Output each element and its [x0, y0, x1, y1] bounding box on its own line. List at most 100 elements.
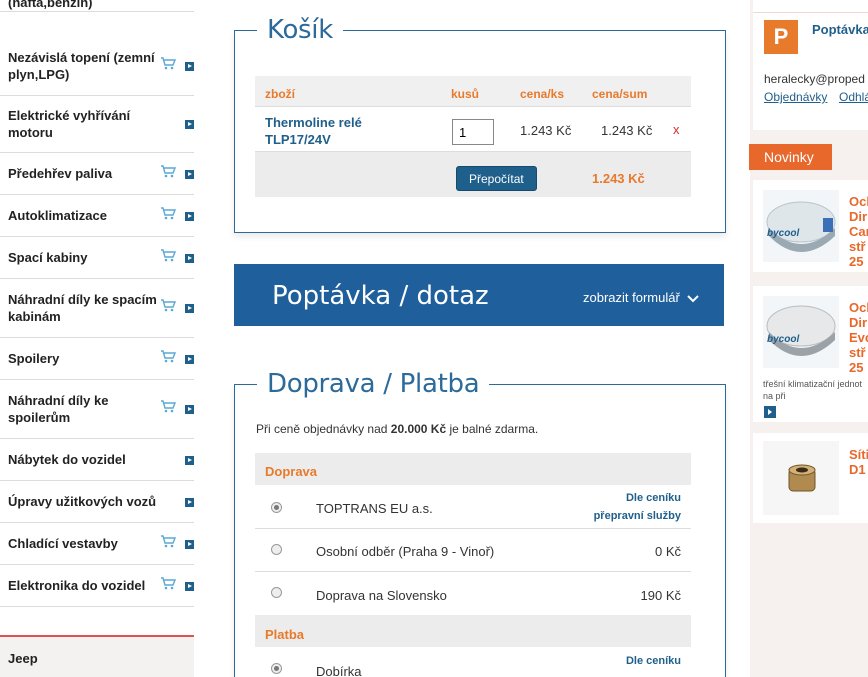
shipping-option[interactable]: Osobní odběr (Praha 9 - Vinoř) 0 Kč — [255, 529, 691, 572]
shipping-option[interactable]: TOPTRANS EU a.s. Dle ceníku přepravní sl… — [255, 485, 691, 529]
product-card[interactable]: bycool Och Dir Can stř 25 — [753, 180, 868, 272]
p-icon-letter: P — [773, 24, 789, 49]
doprava-header: Doprava — [265, 464, 318, 479]
sidebar-category-item[interactable]: Chladící vestavby — [0, 523, 194, 565]
sidebar-category-item[interactable]: Nábytek do vozidel — [0, 439, 194, 481]
shipping-note-amount: 20.000 Kč — [390, 422, 447, 436]
product-title-line: 25 — [849, 360, 864, 375]
product-title-line: Can — [849, 224, 868, 239]
product-title[interactable]: Och Dir Evo stř 25 — [849, 300, 868, 375]
cart-icon[interactable] — [160, 576, 176, 590]
sidebar-category-label: Nábytek do vozidel — [8, 452, 126, 467]
cart-icon[interactable] — [160, 248, 176, 262]
expand-arrow-icon[interactable] — [185, 405, 194, 414]
shipping-price-note-2[interactable]: přepravní služby — [594, 510, 681, 522]
shipping-radio-slovakia[interactable] — [271, 587, 282, 598]
product-title-line: stř — [849, 345, 866, 360]
product-image: bycool — [763, 296, 839, 368]
logout-link[interactable]: Odhlá — [839, 90, 868, 104]
shipping-title: Doprava / Platba — [257, 368, 490, 400]
novinky-tab[interactable]: Novinky — [749, 144, 832, 170]
col-price: cena/ks — [520, 87, 565, 101]
inquiry-title: Poptávka / dotaz — [272, 281, 489, 311]
cart-icon[interactable] — [160, 56, 176, 70]
product-title-line: Dir — [849, 315, 868, 330]
expand-arrow-icon[interactable] — [185, 253, 194, 263]
sidebar-category-label: Autoklimatizace — [8, 208, 107, 223]
sidebar-category-label: Nezávislá topení (nafta,benzín) — [8, 0, 93, 10]
cart-icon[interactable] — [160, 298, 176, 312]
expand-arrow-icon[interactable] — [185, 211, 194, 221]
shipping-price-note-1[interactable]: Dle ceníku — [626, 492, 681, 504]
shipping-price: 190 Kč — [640, 588, 681, 603]
payment-option[interactable]: Dobírka Dle ceníku — [255, 647, 691, 677]
show-form-toggle[interactable]: zobrazit formulář — [583, 290, 700, 305]
brass-fitting-image — [788, 464, 816, 492]
col-sum: cena/sum — [592, 87, 648, 101]
sidebar-category-item[interactable]: Elektrické vyhřívání motoru — [0, 95, 194, 153]
aircon-unit-image — [766, 305, 836, 356]
shipping-radio-toptrans[interactable] — [271, 502, 282, 513]
product-title-line: Och — [849, 194, 868, 209]
sidebar-category-item[interactable]: Nezávislá topení (nafta,benzín) — [0, 0, 194, 12]
product-desc: třešní klimatizační jednot na při — [763, 379, 863, 401]
expand-arrow-icon[interactable] — [185, 354, 194, 364]
sidebar-category-item[interactable]: Náhradní díly ke spacím kabinám — [0, 279, 194, 338]
sidebar-category-item[interactable]: Spoilery — [0, 338, 194, 380]
product-card[interactable]: bycool Och Dir Evo stř 25 třešní klimati… — [753, 286, 868, 422]
cart-icon[interactable] — [160, 164, 176, 178]
cart-icon[interactable] — [160, 534, 176, 548]
shipping-radio-pickup[interactable] — [271, 544, 282, 555]
p-icon: P — [764, 20, 798, 54]
product-title-line: Síti — [849, 447, 868, 462]
cart-icon[interactable] — [160, 349, 176, 363]
cart-header-row: zboží kusů cena/ks cena/sum — [255, 76, 691, 107]
sidebar-category-item[interactable]: Předehřev paliva — [0, 153, 194, 195]
quantity-input[interactable] — [452, 119, 494, 145]
product-image — [763, 441, 839, 515]
payment-radio-cod[interactable] — [271, 663, 282, 674]
product-title-line: stř — [849, 239, 866, 254]
payment-price-note[interactable]: Dle ceníku — [626, 655, 681, 667]
cart-item-name[interactable]: Thermoline relé TLP17/24V — [265, 114, 385, 148]
sidebar-category-label: Náhradní díly ke spacím kabinám — [8, 292, 157, 324]
inquiry-box: P Poptávka heralecky@proped Objednávky O… — [753, 0, 868, 130]
expand-arrow-icon[interactable] — [185, 304, 194, 313]
orders-link[interactable]: Objednávky — [764, 90, 827, 104]
expand-arrow-icon[interactable] — [185, 539, 194, 549]
shipping-price: 0 Kč — [654, 544, 681, 559]
sidebar-category-item[interactable]: Úpravy užitkových vozů — [0, 481, 194, 523]
sidebar-category-item[interactable]: Spací kabiny — [0, 237, 194, 279]
cart-icon[interactable] — [160, 206, 176, 220]
sidebar-category-item[interactable]: Náhradní díly ke spoilerům — [0, 380, 194, 439]
payment-name: Dobírka — [316, 664, 362, 677]
product-title-line: 25 — [849, 254, 864, 269]
product-card[interactable]: Síti D1 — [753, 433, 868, 523]
sidebar-category-item[interactable]: Elektronika do vozidel — [0, 565, 194, 607]
sidebar-brand-jeep[interactable]: Jeep — [0, 635, 194, 677]
product-more-arrow[interactable] — [764, 406, 776, 418]
remove-item-button[interactable]: x — [673, 122, 680, 137]
shipping-option[interactable]: Doprava na Slovensko 190 Kč — [255, 572, 691, 615]
cart-section: Košík zboží kusů cena/ks cena/sum Thermo… — [234, 14, 726, 233]
expand-arrow-icon[interactable] — [185, 119, 194, 129]
expand-arrow-icon[interactable] — [185, 169, 194, 179]
product-title-line: Dir — [849, 209, 868, 224]
cart-icon[interactable] — [160, 399, 176, 413]
expand-arrow-icon[interactable] — [185, 61, 194, 71]
product-title[interactable]: Och Dir Can stř 25 — [849, 194, 868, 269]
cart-item-row: Thermoline relé TLP17/24V 1.243 Kč 1.243… — [255, 107, 691, 152]
expand-arrow-icon[interactable] — [185, 497, 194, 507]
expand-arrow-icon[interactable] — [185, 581, 194, 591]
sidebar-category-item[interactable]: Nezávislá topení (zemní plyn,LPG) — [0, 36, 194, 96]
recalculate-button[interactable]: Přepočítat — [456, 166, 537, 191]
product-title[interactable]: Síti D1 — [849, 447, 868, 477]
sidebar-category-item[interactable]: Autoklimatizace — [0, 195, 194, 237]
shipping-note-post: je balné zdarma. — [446, 422, 539, 436]
sidebar-category-label: Náhradní díly ke spoilerům — [8, 393, 109, 425]
inquiry-box-title[interactable]: Poptávka — [812, 22, 868, 37]
expand-arrow-icon[interactable] — [185, 455, 194, 465]
cart-total: 1.243 Kč — [592, 171, 645, 186]
inquiry-bar[interactable]: Poptávka / dotaz zobrazit formulář — [234, 264, 724, 326]
aircon-unit-image — [766, 201, 836, 252]
